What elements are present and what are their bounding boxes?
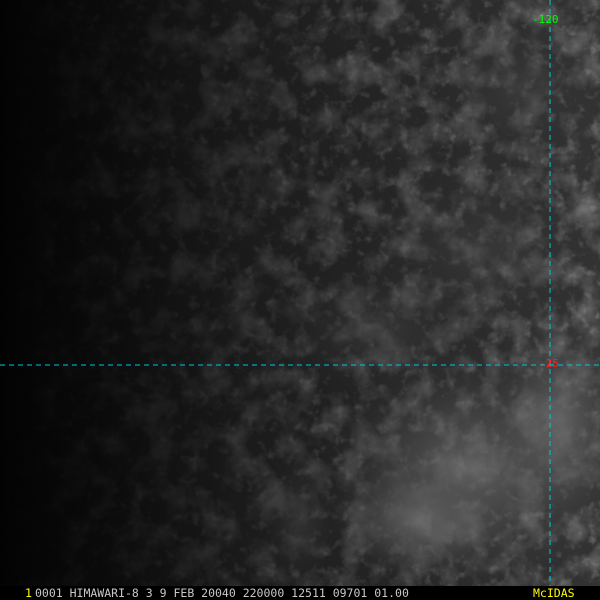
brand-label: McIDAS [533,586,575,600]
status-text: 0001 HIMAWARI-8 3 9 FEB 20040 220000 125… [35,586,409,600]
status-bar: 1 0001 HIMAWARI-8 3 9 FEB 20040 220000 1… [0,586,600,600]
longitude-label: -120 [532,13,559,26]
latitude-label: -25 [539,357,559,370]
satellite-image [0,0,600,600]
frame-number: 1 [25,586,32,600]
satellite-viewer: -120 -25 1 0001 HIMAWARI-8 3 9 FEB 20040… [0,0,600,600]
